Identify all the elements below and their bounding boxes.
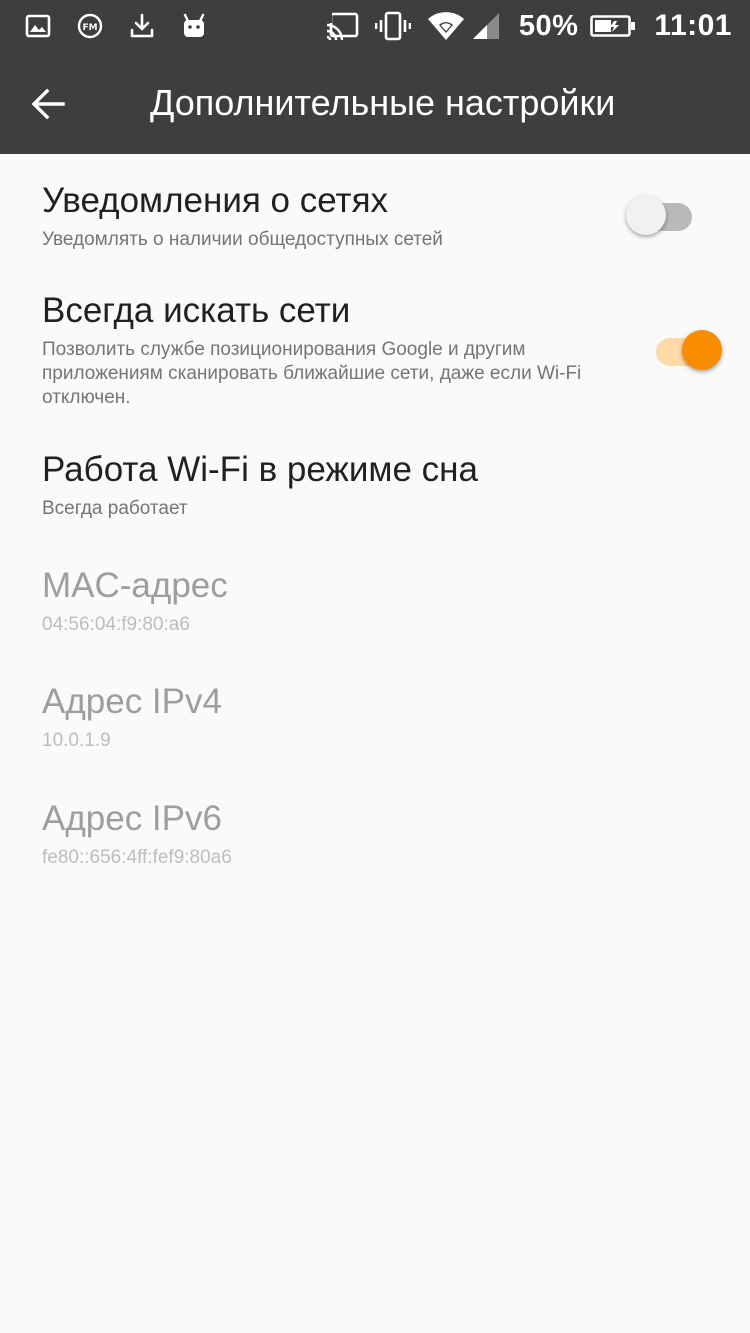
pref-summary: 10.0.1.9 bbox=[42, 730, 111, 751]
pref-title: Всегда искать сети bbox=[42, 291, 351, 330]
page-title: Дополнительные настройки bbox=[150, 82, 616, 123]
wifi-icon bbox=[427, 12, 464, 40]
clock: 11:01 bbox=[654, 9, 732, 42]
pref-summary: Позволить службе позиционирования Google… bbox=[42, 339, 582, 408]
pref-summary: fe80::656:4ff:fef9:80a6 bbox=[42, 847, 232, 868]
network-notifications-switch[interactable] bbox=[626, 189, 706, 235]
pref-title: Работа Wi-Fi в режиме сна bbox=[42, 450, 478, 489]
pref-title: Уведомления о сетях bbox=[42, 181, 389, 220]
pref-title: Адрес IPv6 bbox=[42, 799, 222, 838]
pref-title: MAC-адрес bbox=[42, 566, 228, 605]
battery-percent: 50% bbox=[518, 9, 579, 42]
pref-summary: 04:56:04:f9:80:a6 bbox=[42, 614, 190, 635]
pref-wifi-sleep[interactable]: Работа Wi-Fi в режиме сна Всегда работае… bbox=[42, 449, 622, 521]
notification-icons: FM bbox=[24, 10, 208, 42]
back-button[interactable] bbox=[22, 78, 74, 130]
vibrate-icon bbox=[374, 11, 411, 41]
always-scan-switch[interactable] bbox=[642, 324, 722, 370]
switch-thumb bbox=[626, 195, 666, 235]
image-icon bbox=[25, 14, 51, 38]
switch-thumb bbox=[682, 330, 722, 370]
status-bar: FM 50% 11:01 bbox=[0, 0, 750, 52]
system-icons: 50% 11:01 bbox=[324, 8, 732, 44]
cell-signal-icon bbox=[472, 13, 499, 39]
pref-network-notifications[interactable]: Уведомления о сетях Уведомлять о наличии… bbox=[42, 180, 622, 252]
cast-icon bbox=[324, 11, 359, 41]
wifi-advanced-settings-screen: FM 50% 11:01 Дополнительные настройки Ув… bbox=[0, 0, 750, 1333]
pref-always-scan[interactable]: Всегда искать сети Позволить службе пози… bbox=[42, 290, 612, 410]
pref-title: Адрес IPv4 bbox=[42, 682, 222, 721]
app-bar: Дополнительные настройки bbox=[0, 52, 750, 154]
android-icon bbox=[183, 13, 205, 37]
pref-summary: Уведомлять о наличии общедоступных сетей bbox=[42, 229, 443, 250]
pref-summary: Всегда работает bbox=[42, 498, 188, 519]
download-icon bbox=[130, 13, 154, 38]
svg-text:FM: FM bbox=[82, 23, 97, 33]
arrow-back-icon bbox=[31, 88, 65, 120]
pref-ipv6-address: Адрес IPv6 fe80::656:4ff:fef9:80a6 bbox=[42, 798, 622, 870]
fm-radio-icon: FM bbox=[77, 13, 103, 39]
pref-mac-address: MAC-адрес 04:56:04:f9:80:a6 bbox=[42, 565, 622, 637]
battery-icon bbox=[590, 15, 636, 37]
pref-ipv4-address: Адрес IPv4 10.0.1.9 bbox=[42, 681, 622, 753]
